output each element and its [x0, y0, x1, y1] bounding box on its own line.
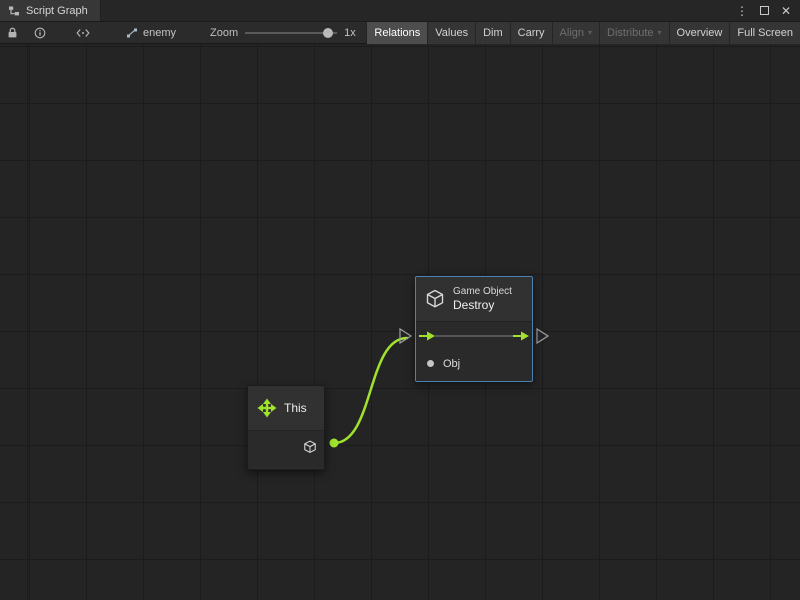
connection-wire[interactable]	[334, 338, 407, 443]
this-output-port[interactable]	[330, 439, 339, 448]
distribute-button-label: Distribute	[607, 27, 653, 39]
distribute-button: Distribute ▾	[599, 22, 668, 44]
flow-row	[416, 322, 532, 350]
zoom-label: Zoom	[210, 27, 238, 39]
dim-button[interactable]: Dim	[475, 22, 510, 44]
node-this[interactable]: This	[247, 385, 325, 470]
this-move-icon	[257, 398, 277, 418]
flow-in-arrow-icon[interactable]	[419, 331, 435, 341]
maximize-icon[interactable]	[760, 6, 769, 15]
chevron-down-icon: ▾	[658, 28, 662, 37]
node-this-header[interactable]: This	[248, 386, 324, 431]
current-graph-reference[interactable]: enemy	[126, 27, 176, 39]
connections-overlay	[0, 44, 800, 600]
node-this-title: This	[284, 401, 307, 415]
node-destroy-titles: Game Object Destroy	[453, 285, 512, 314]
node-destroy[interactable]: Game Object Destroy Obj	[415, 276, 533, 382]
relations-button[interactable]: Relations	[366, 22, 427, 44]
values-button[interactable]: Values	[427, 22, 475, 44]
node-category: Game Object	[453, 285, 512, 298]
dim-button-label: Dim	[483, 27, 503, 39]
ports-icon[interactable]	[76, 22, 90, 44]
zoom-control: Zoom 1x	[210, 27, 356, 39]
close-icon[interactable]: ✕	[781, 5, 791, 17]
graph-canvas[interactable]: Game Object Destroy Obj	[0, 44, 800, 600]
graph-name: enemy	[143, 27, 176, 39]
zoom-value: 1x	[344, 27, 356, 39]
tab-title: Script Graph	[26, 5, 88, 17]
full-screen-button-label: Full Screen	[737, 27, 793, 39]
toolbar-buttons: Relations Values Dim Carry Align ▾ Distr…	[366, 22, 800, 44]
title-bar: Script Graph ⋮ ✕	[0, 0, 800, 22]
node-title: Destroy	[453, 298, 512, 314]
script-graph-icon	[8, 5, 20, 17]
full-screen-button[interactable]: Full Screen	[729, 22, 800, 44]
zoom-slider-knob[interactable]	[323, 28, 333, 38]
info-icon[interactable]	[34, 22, 46, 44]
align-button-label: Align	[560, 27, 584, 39]
align-button: Align ▾	[552, 22, 599, 44]
overview-button-label: Overview	[677, 27, 723, 39]
obj-port-row[interactable]: Obj	[416, 350, 532, 381]
node-this-body	[248, 431, 324, 468]
game-object-output-cube-icon[interactable]	[303, 440, 317, 454]
obj-port-label: Obj	[443, 358, 460, 370]
game-object-cube-icon	[425, 289, 445, 309]
node-destroy-header[interactable]: Game Object Destroy	[416, 277, 532, 322]
overview-button[interactable]: Overview	[669, 22, 730, 44]
relation-line	[435, 335, 513, 337]
carry-button[interactable]: Carry	[510, 22, 552, 44]
graph-toolbar: enemy Zoom 1x Relations Values Dim Carry	[0, 22, 800, 44]
flow-input-triangle-icon[interactable]	[400, 329, 411, 343]
obj-input-port[interactable]	[427, 360, 434, 367]
graph-asset-icon	[126, 27, 138, 39]
flow-out-arrow-icon[interactable]	[513, 331, 529, 341]
carry-button-label: Carry	[518, 27, 545, 39]
relations-button-label: Relations	[374, 27, 420, 39]
tab-script-graph[interactable]: Script Graph	[0, 0, 101, 21]
unity-script-graph-window: Script Graph ⋮ ✕	[0, 0, 800, 600]
flow-output-triangle-icon[interactable]	[537, 329, 548, 343]
lock-icon[interactable]	[7, 22, 18, 44]
kebab-menu-icon[interactable]: ⋮	[736, 5, 748, 17]
window-controls: ⋮ ✕	[736, 0, 800, 21]
values-button-label: Values	[435, 27, 468, 39]
chevron-down-icon: ▾	[588, 28, 592, 37]
zoom-slider[interactable]	[245, 27, 337, 39]
